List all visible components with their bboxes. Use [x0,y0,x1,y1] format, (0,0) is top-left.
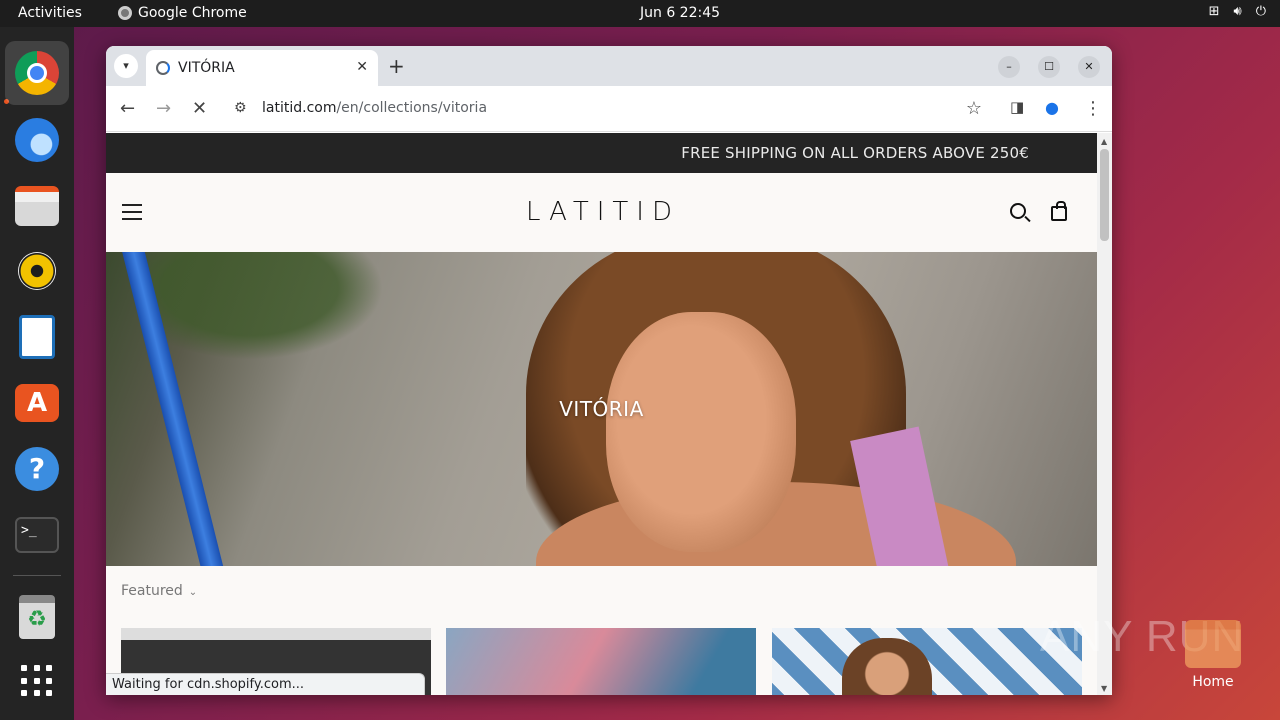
trash-icon: ♻ [19,595,55,639]
scroll-up-icon[interactable]: ▲ [1101,137,1107,146]
url-text: latitid.com/en/collections/vitoria [262,100,487,116]
dock-separator [13,575,61,576]
chevron-down-icon: ⌄ [188,587,198,598]
url-host: latitid.com [262,100,337,116]
power-icon: ⏻ [1255,4,1266,19]
thunderbird-icon [15,118,59,162]
dock-help[interactable]: ? [13,445,61,493]
scroll-down-icon[interactable]: ▼ [1101,684,1107,693]
folder-icon [1185,620,1241,668]
network-icon: ⊞ [1208,4,1220,19]
close-tab-icon[interactable]: ✕ [356,59,368,75]
tab-vitoria[interactable]: VITÓRIA ✕ [146,50,378,86]
shopping-bag-icon[interactable] [1051,201,1067,221]
dock-chrome[interactable] [5,41,69,105]
search-icon[interactable] [1010,203,1026,219]
page-scrollbar[interactable]: ▲ ▼ [1097,133,1112,695]
hero-model-face [606,312,796,552]
dock-show-apps[interactable] [13,657,61,705]
address-bar[interactable]: ⚙ latitid.com/en/collections/vitoria ☆ [224,92,994,126]
tab-strip: ▾ VITÓRIA ✕ + – ☐ ✕ [106,46,1112,86]
url-path: /en/collections/vitoria [336,100,488,116]
back-button[interactable]: ← [120,98,135,119]
site-logo[interactable]: LATITID [526,197,680,227]
app-menu[interactable]: Google Chrome [118,5,247,21]
tab-title: VITÓRIA [178,60,235,76]
bookmark-star-icon[interactable]: ☆ [966,98,982,119]
clock[interactable]: Jun 6 22:45 [640,5,720,21]
product-image [842,638,932,695]
writer-icon [19,315,55,359]
site-header: LATITID [106,173,1097,252]
product-card[interactable] [446,628,756,695]
announcement-text: FREE SHIPPING ON ALL ORDERS ABOVE 250€ [681,144,1029,162]
hamburger-menu-icon[interactable] [122,204,142,220]
hero-background [146,252,406,372]
forward-button[interactable]: → [156,98,171,119]
sort-dropdown[interactable]: Featured ⌄ [121,583,197,599]
dock: A ? >_ ♻ [0,27,74,720]
menu-kebab-icon[interactable]: ⋮ [1084,98,1102,119]
app-center-icon: A [15,384,59,422]
profile-icon[interactable]: ● [1045,98,1059,117]
maximize-button[interactable]: ☐ [1038,56,1060,78]
side-panel-icon[interactable]: ◨ [1010,98,1024,116]
dock-thunderbird[interactable] [13,116,61,164]
close-window-button[interactable]: ✕ [1078,56,1100,78]
files-icon [15,186,59,226]
dock-terminal[interactable]: >_ [13,511,61,559]
loading-spinner-icon [156,61,170,75]
announcement-bar: FREE SHIPPING ON ALL ORDERS ABOVE 250€ [106,133,1097,173]
top-bar: Activities Google Chrome Jun 6 22:45 ⊞ 🔊… [0,0,1280,27]
activities-button[interactable]: Activities [18,5,82,21]
dock-app-center[interactable]: A [13,379,61,427]
web-page: FREE SHIPPING ON ALL ORDERS ABOVE 250€ L… [106,133,1097,695]
rhythmbox-icon [18,252,56,290]
chrome-icon [118,6,132,20]
help-icon: ? [15,447,59,491]
show-apps-icon [21,665,53,697]
system-tray[interactable]: ⊞ 🔊︎ ⏻ [1209,4,1266,19]
chrome-icon [15,51,59,95]
tab-search-button[interactable]: ▾ [114,54,138,78]
chrome-window: ▾ VITÓRIA ✕ + – ☐ ✕ ← → ✕ ⚙ latitid.com/… [106,46,1112,695]
new-tab-button[interactable]: + [388,54,405,78]
dock-files[interactable] [13,182,61,230]
terminal-icon: >_ [15,517,59,553]
stop-loading-button[interactable]: ✕ [192,98,207,119]
browser-toolbar: ← → ✕ ⚙ latitid.com/en/collections/vitor… [106,86,1112,132]
desktop-home-label: Home [1192,674,1234,690]
app-menu-label: Google Chrome [138,5,247,21]
status-bubble: Waiting for cdn.shopify.com... [106,673,426,695]
hero-banner: VITÓRIA [106,252,1097,566]
dock-writer[interactable] [13,313,61,361]
scrollbar-thumb[interactable] [1100,149,1109,241]
collection-title: VITÓRIA [559,397,644,421]
sort-label: Featured [121,583,183,599]
site-info-icon[interactable]: ⚙ [234,100,247,116]
volume-icon: 🔊︎ [1233,4,1242,19]
chevron-down-icon: ▾ [123,59,129,72]
product-card[interactable] [772,628,1082,695]
minimize-button[interactable]: – [998,56,1020,78]
desktop-home-folder[interactable]: Home [1184,620,1242,698]
dock-trash[interactable]: ♻ [13,593,61,641]
dock-rhythmbox[interactable] [13,247,61,295]
